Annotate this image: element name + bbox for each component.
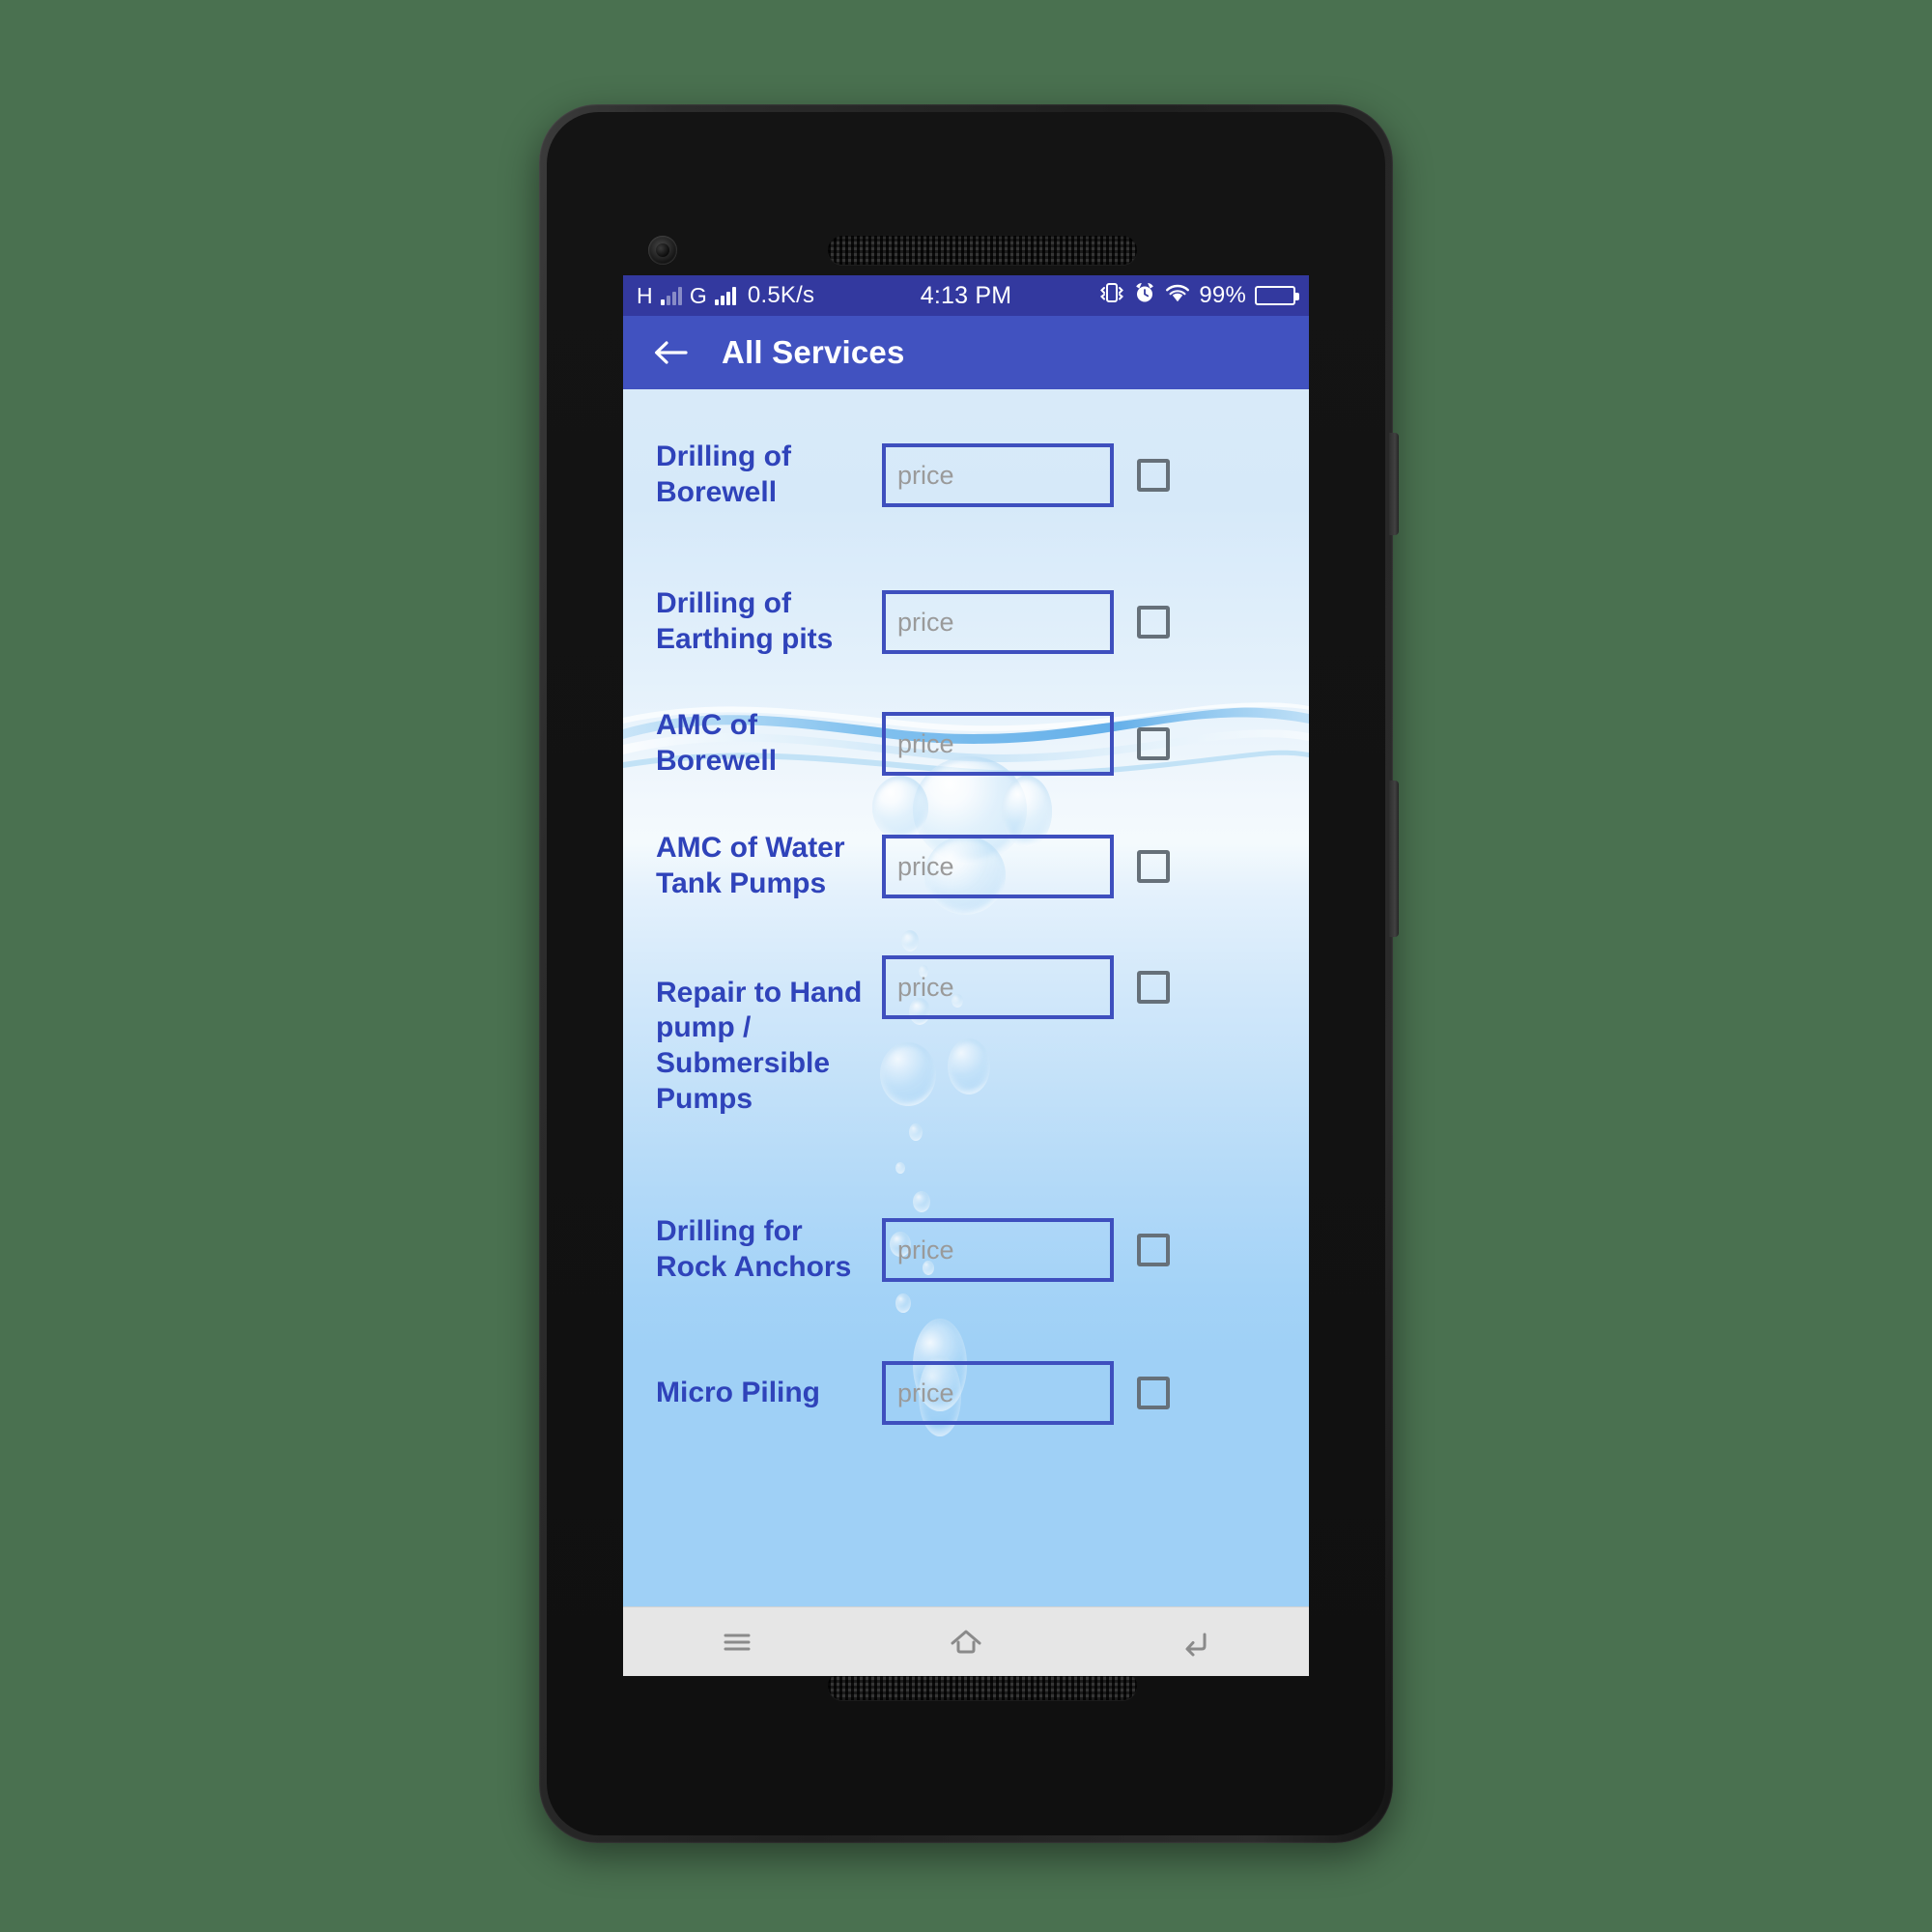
table-row[interactable]: AMC of Water Tank Pumps price	[623, 805, 1309, 928]
alarm-clock-icon	[1133, 281, 1156, 311]
home-icon[interactable]	[923, 1613, 1009, 1671]
price-placeholder: price	[897, 1235, 954, 1264]
clock-label: 4:13 PM	[920, 281, 1012, 309]
wifi-icon	[1165, 282, 1190, 310]
table-row[interactable]: AMC of Borewell price	[623, 683, 1309, 805]
price-input[interactable]: price	[882, 955, 1114, 1019]
network-type-1-label: H	[637, 282, 653, 308]
status-bar-right: 99%	[1099, 281, 1299, 311]
price-placeholder: price	[897, 728, 954, 758]
status-bar-left: H G 0.5K/s	[637, 282, 814, 309]
price-input[interactable]: price	[882, 1361, 1114, 1425]
service-checkbox[interactable]	[1137, 850, 1170, 883]
network-type-2-label: G	[689, 282, 707, 308]
android-navigation-bar	[623, 1606, 1309, 1676]
table-row[interactable]: Micro Piling price	[623, 1336, 1309, 1450]
app-bar: All Services	[623, 316, 1309, 389]
power-button[interactable]	[1389, 781, 1399, 937]
price-input[interactable]: price	[882, 835, 1114, 898]
service-checkbox[interactable]	[1137, 971, 1170, 1004]
back-arrow-icon[interactable]	[648, 330, 693, 375]
price-placeholder: price	[897, 851, 954, 881]
battery-percent-label: 99%	[1199, 282, 1246, 308]
service-checkbox[interactable]	[1137, 727, 1170, 760]
service-checkbox[interactable]	[1137, 1234, 1170, 1266]
phone-screen: H G 0.5K/s 4:13 PM 99% All Services Dril…	[623, 275, 1309, 1676]
service-checkbox[interactable]	[1137, 1377, 1170, 1409]
table-row[interactable]: Drilling for Rock Anchors price	[623, 1164, 1309, 1336]
data-speed-label: 0.5K/s	[747, 282, 815, 308]
price-placeholder: price	[897, 607, 954, 637]
vibrate-icon	[1099, 282, 1124, 310]
status-bar: H G 0.5K/s 4:13 PM 99%	[623, 275, 1309, 316]
front-camera-icon	[648, 236, 677, 265]
service-name-label: Drilling of Earthing pits	[656, 587, 834, 655]
price-placeholder: price	[897, 460, 954, 490]
back-icon[interactable]	[1151, 1613, 1238, 1671]
service-name-label: Drilling for Rock Anchors	[656, 1215, 852, 1283]
menu-icon[interactable]	[694, 1613, 781, 1671]
earpiece-speaker-grille	[828, 236, 1137, 265]
service-checkbox[interactable]	[1137, 606, 1170, 639]
price-placeholder: price	[897, 1378, 954, 1407]
battery-icon	[1255, 286, 1299, 305]
service-name-label: Repair to Hand pump / Submersible Pumps	[656, 976, 863, 1115]
service-name-label: AMC of Borewell	[656, 709, 778, 777]
service-name-label: Drilling of Borewell	[656, 440, 791, 508]
services-list: Drilling of Borewell price Drilling of E…	[623, 389, 1309, 1450]
signal-bars-icon-1	[660, 286, 682, 305]
service-name-label: AMC of Water Tank Pumps	[656, 832, 845, 899]
price-placeholder: price	[897, 972, 954, 1002]
table-row[interactable]: Drilling of Earthing pits price	[623, 561, 1309, 683]
page-title: All Services	[722, 334, 905, 370]
price-input[interactable]: price	[882, 1218, 1114, 1282]
volume-button[interactable]	[1389, 433, 1399, 535]
table-row[interactable]: Repair to Hand pump / Submersible Pumps …	[623, 928, 1309, 1164]
service-name-label: Micro Piling	[656, 1376, 821, 1408]
signal-bars-icon-2	[714, 286, 736, 305]
service-checkbox[interactable]	[1137, 459, 1170, 492]
table-row[interactable]: Drilling of Borewell price	[623, 389, 1309, 561]
services-content: Drilling of Borewell price Drilling of E…	[623, 389, 1309, 1606]
price-input[interactable]: price	[882, 443, 1114, 507]
screenshot-canvas: H G 0.5K/s 4:13 PM 99% All Services Dril…	[0, 0, 1932, 1932]
price-input[interactable]: price	[882, 712, 1114, 776]
price-input[interactable]: price	[882, 590, 1114, 654]
